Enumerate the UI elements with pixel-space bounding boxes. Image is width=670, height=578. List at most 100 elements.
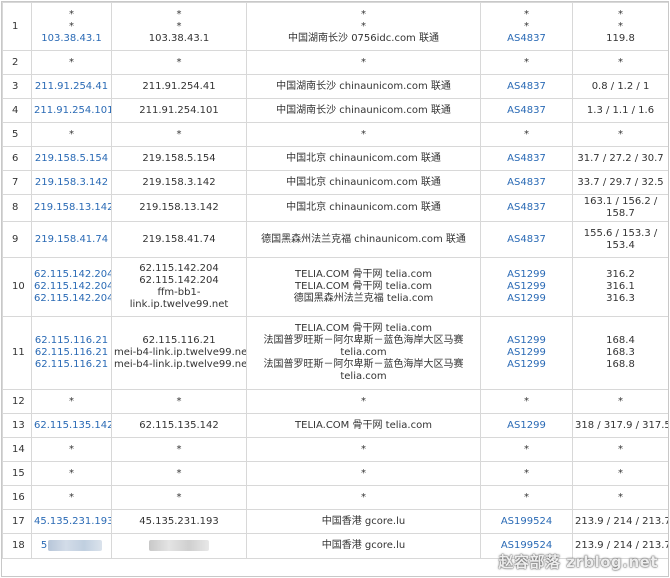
- hop-latency-cell: 31.7 / 27.2 / 30.7: [572, 146, 668, 171]
- hop-latency-cell: 0.8 / 1.2 / 1: [572, 74, 668, 99]
- hop-asn-line[interactable]: AS4837: [483, 202, 570, 214]
- hop-hostname-cell: * * 103.38.43.1: [111, 2, 247, 51]
- hop-number: 7: [2, 170, 32, 195]
- hop-asn-cell: AS4837: [480, 221, 573, 258]
- hop-latency-line: *: [618, 467, 623, 479]
- hop-ip-line[interactable]: 5: [41, 540, 47, 551]
- hop-asn-line[interactable]: AS1299: [483, 335, 570, 347]
- hop-ip-line[interactable]: 219.158.3.142: [34, 177, 109, 189]
- hop-number: 9: [2, 221, 32, 258]
- hop-ip-line[interactable]: 219.158.41.74: [34, 234, 109, 246]
- hop-location-line: 中国湖南长沙 0756idc.com 联通: [288, 32, 439, 44]
- hop-location-line: 德国黑森州法兰克福 chinaunicom.com 联通: [261, 233, 466, 245]
- table-row: 13 62.115.135.142 62.115.135.142 TELIA.COM …: [2, 413, 668, 438]
- hop-location-cell: 中国湖南长沙 chinaunicom.com 联通: [246, 74, 481, 99]
- hop-ip-cell: 5: [31, 533, 112, 559]
- hop-ip-line[interactable]: 62.115.116.21: [34, 335, 109, 347]
- hop-number: 14: [2, 437, 32, 462]
- hop-number: 16: [2, 485, 32, 510]
- hop-number: 8: [2, 194, 32, 222]
- hop-hostname-line: 219.158.13.142: [139, 202, 219, 213]
- hop-hostname-line: 62.115.116.21: [142, 335, 216, 346]
- hop-ip-line[interactable]: 62.115.135.142: [34, 420, 111, 432]
- hop-asn-line[interactable]: AS1299: [483, 269, 570, 281]
- hop-location-cell: 中国湖南长沙 chinaunicom.com 联通: [246, 98, 481, 123]
- hop-asn-line[interactable]: AS1299: [483, 359, 570, 371]
- hop-latency-cell: 33.7 / 29.7 / 32.5: [572, 170, 668, 195]
- hop-asn-line: *: [524, 128, 529, 140]
- hop-asn-line[interactable]: AS4837: [483, 105, 570, 117]
- hop-number: 15: [2, 461, 32, 486]
- hop-ip-line: *: [69, 8, 74, 20]
- hop-asn-line[interactable]: AS1299: [483, 420, 570, 432]
- hop-hostname-cell: 219.158.41.74: [111, 221, 247, 258]
- hop-ip-cell: *: [31, 122, 112, 147]
- hop-latency-line: 316.1: [606, 281, 635, 292]
- hop-asn-line[interactable]: AS4837: [483, 177, 570, 189]
- hop-number: 2: [2, 50, 32, 75]
- hop-latency-line: 316.2: [606, 269, 635, 280]
- hop-ip-cell: 219.158.3.142: [31, 170, 112, 195]
- hop-location-line: TELIA.COM 骨干网 telia.com: [295, 281, 432, 292]
- hop-hostname-line: 45.135.231.193: [139, 515, 219, 527]
- hop-latency-line: 153.4: [606, 239, 635, 251]
- traceroute-table: 1 * * 103.38.43.1 * * 103.38.43.1 * * 中国湖南长沙 0756…: [2, 2, 669, 559]
- hop-location-line: 法国普罗旺斯－阿尔卑斯－蓝色海岸大区马赛: [263, 335, 464, 346]
- hop-hostname-cell: 211.91.254.41: [111, 74, 247, 99]
- hop-location-line: telia.com: [340, 347, 387, 358]
- hop-latency-line: 213.9 / 214 / 213.7: [575, 515, 669, 527]
- hop-ip-cell: *: [31, 389, 112, 414]
- hop-location-line: *: [361, 128, 366, 140]
- hop-latency-cell: * * 119.8: [572, 2, 668, 51]
- hop-ip-line: *: [69, 20, 74, 32]
- hop-hostname-cell: 62.115.135.142: [111, 413, 247, 438]
- hop-location-line: 中国北京 chinaunicom.com 联通: [286, 202, 441, 213]
- hop-latency-line: 1.3 / 1.1 / 1.6: [586, 104, 655, 116]
- hop-latency-cell: 213.9 / 214 / 213.7: [572, 509, 669, 534]
- hop-hostname-cell: 219.158.13.142: [111, 194, 247, 222]
- hop-ip-cell: 62.115.142.204 62.115.142.204 62.115.142.2…: [31, 257, 112, 317]
- table-row: 7 219.158.3.142 219.158.3.142 中国北京 chinauni…: [2, 170, 668, 195]
- hop-ip-cell: * * 103.38.43.1: [31, 2, 112, 51]
- hop-latency-line: 158.7: [606, 208, 635, 219]
- table-row: 10 62.115.142.204 62.115.142.204 62.115.142…: [2, 257, 668, 317]
- hop-ip-line[interactable]: 219.158.5.154: [34, 153, 109, 165]
- hop-latency-cell: *: [572, 437, 668, 462]
- hop-ip-line: *: [69, 467, 74, 479]
- hop-asn-line[interactable]: AS4837: [483, 33, 570, 45]
- hop-hostname-cell: *: [111, 461, 247, 486]
- hop-ip-line[interactable]: 62.115.116.21: [34, 347, 109, 359]
- hop-asn-line[interactable]: AS199524: [483, 516, 570, 528]
- hop-hostname-line: 219.158.5.154: [142, 152, 216, 164]
- hop-asn-line: *: [524, 491, 529, 503]
- hop-latency-line: 119.8: [606, 32, 635, 44]
- hop-ip-cell: 219.158.5.154: [31, 146, 112, 171]
- hop-asn-line[interactable]: AS1299: [483, 281, 570, 293]
- hop-asn-line[interactable]: AS4837: [483, 81, 570, 93]
- hop-latency-cell: 1.3 / 1.1 / 1.6: [572, 98, 668, 123]
- hop-asn-cell: *: [480, 389, 573, 414]
- hop-asn-line[interactable]: AS1299: [483, 293, 570, 305]
- hop-ip-line[interactable]: 45.135.231.193: [34, 516, 111, 528]
- hop-asn-line[interactable]: AS4837: [483, 153, 570, 165]
- hop-latency-line: 168.8: [606, 359, 635, 370]
- hop-ip-line[interactable]: 62.115.116.21: [34, 359, 109, 371]
- hop-hostname-cell: 62.115.116.21 mei-b4-link.ip.twelve99.net…: [111, 316, 247, 390]
- hop-asn-line[interactable]: AS4837: [483, 234, 570, 246]
- hop-ip-line[interactable]: 211.91.254.101: [34, 105, 111, 117]
- hop-ip-line[interactable]: 62.115.142.204: [34, 293, 111, 305]
- hop-hostname-line: 103.38.43.1: [148, 32, 210, 44]
- table-row: 11 62.115.116.21 62.115.116.21 62.115.116.2…: [2, 316, 668, 390]
- hop-asn-cell: AS4837: [480, 170, 573, 195]
- hop-latency-line: *: [618, 395, 623, 407]
- hop-ip-line[interactable]: 62.115.142.204: [34, 269, 111, 281]
- hop-ip-line[interactable]: 211.91.254.41: [34, 81, 109, 93]
- hop-latency-cell: 316.2 316.1 316.3: [572, 257, 668, 317]
- hop-ip-line[interactable]: 62.115.142.204: [34, 281, 111, 293]
- hop-asn-line[interactable]: AS1299: [483, 347, 570, 359]
- hop-location-line: 中国湖南长沙 chinaunicom.com 联通: [276, 104, 451, 116]
- hop-location-line: TELIA.COM 骨干网 telia.com: [295, 269, 432, 280]
- hop-ip-line[interactable]: 219.158.13.142: [34, 202, 111, 214]
- hop-asn-cell: *: [480, 50, 573, 75]
- hop-ip-line[interactable]: 103.38.43.1: [34, 33, 109, 45]
